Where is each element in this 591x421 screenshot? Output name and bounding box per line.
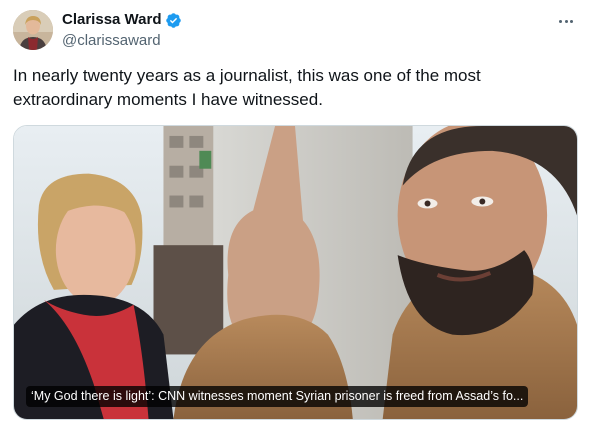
author-handle[interactable]: @clarissaward xyxy=(62,32,161,50)
video-thumbnail[interactable]: ‘My God there is light’: CNN witnesses m… xyxy=(13,125,578,420)
more-horizontal-icon[interactable] xyxy=(555,10,577,32)
tweet-text: In nearly twenty years as a journalist, … xyxy=(13,66,481,109)
avatar[interactable] xyxy=(13,10,53,50)
verified-badge-icon xyxy=(165,12,182,29)
author-display-name[interactable]: Clarissa Ward xyxy=(62,11,162,29)
tweet-card: Clarissa Ward @clarissaward In nearly tw… xyxy=(0,0,591,421)
author-name-row: Clarissa Ward xyxy=(62,11,182,29)
video-caption: ‘My God there is light’: CNN witnesses m… xyxy=(26,386,529,407)
